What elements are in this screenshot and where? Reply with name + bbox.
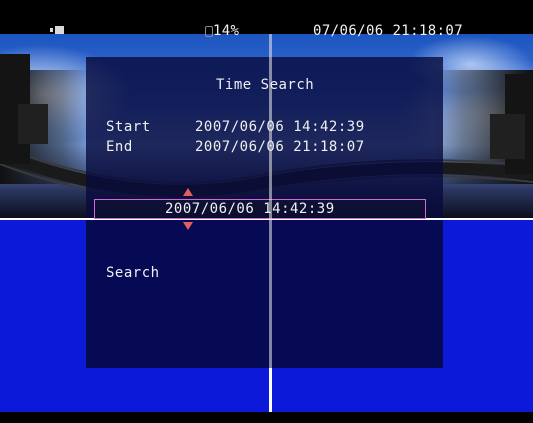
dvr-screen: 14% 07/06/06 21:18:07 Time Search Start … [0, 0, 533, 423]
vertical-divider-bright [269, 368, 272, 412]
storage-icon [205, 26, 213, 37]
status-bar: 14% 07/06/06 21:18:07 [0, 0, 533, 39]
search-time-value[interactable]: 2007/06/06 14:42:39 [165, 201, 335, 217]
arrow-down-icon[interactable] [183, 222, 193, 230]
current-datetime: 07/06/06 21:18:07 [313, 23, 464, 39]
storage-percent: 14% [213, 23, 240, 39]
arrow-up-icon[interactable] [183, 188, 193, 196]
time-search-panel-lower [86, 220, 443, 368]
end-value: 2007/06/06 21:18:07 [195, 139, 365, 155]
hdd-icon [50, 24, 64, 34]
search-button[interactable]: Search [106, 265, 160, 281]
start-label: Start [106, 119, 151, 135]
panel-title: Time Search [216, 77, 315, 93]
bottom-bar [0, 412, 533, 423]
end-label: End [106, 139, 133, 155]
vertical-divider [269, 34, 272, 412]
start-value: 2007/06/06 14:42:39 [195, 119, 365, 135]
